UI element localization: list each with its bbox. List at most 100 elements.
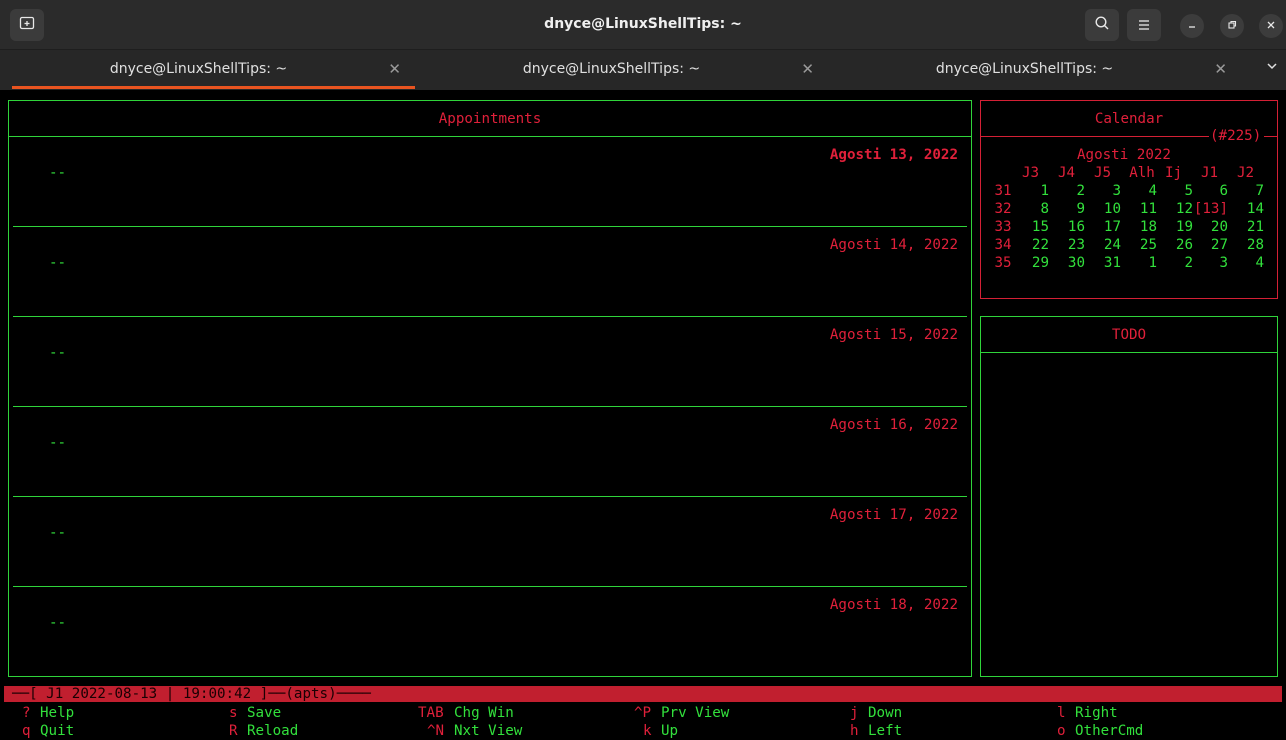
appointments-panel[interactable] <box>8 100 972 677</box>
key-action: OtherCmd <box>1075 723 1144 739</box>
day-separator <box>13 316 967 317</box>
todo-panel[interactable] <box>980 316 1278 677</box>
appointment-entry: -- <box>49 165 67 181</box>
appointment-date: Agosti 18, 2022 <box>829 597 958 613</box>
appointments-divider <box>9 136 971 137</box>
calendar-day[interactable]: 10 <box>1085 200 1121 218</box>
calendar-day[interactable]: 20 <box>1192 218 1228 236</box>
calendar-day[interactable]: 5 <box>1157 182 1193 200</box>
calendar-day[interactable]: 15 <box>1013 218 1049 236</box>
key-label: TAB <box>418 705 444 721</box>
calendar-day[interactable]: 30 <box>1049 254 1085 272</box>
close-icon[interactable]: ✕ <box>388 60 401 78</box>
calendar-divider <box>981 136 1209 137</box>
tab-2[interactable]: dnyce@LinuxShellTips: ~ ✕ <box>425 50 828 90</box>
close-icon[interactable]: ✕ <box>801 60 814 78</box>
appointment-entry: -- <box>49 435 67 451</box>
status-bar: ──[ J1 2022-08-13 | 19:00:42 ]──(apts)──… <box>4 686 1282 702</box>
appointment-entry: -- <box>49 615 67 631</box>
restore-icon <box>1227 19 1237 33</box>
calendar-day[interactable]: 28 <box>1228 236 1264 254</box>
tab-bar: dnyce@LinuxShellTips: ~ ✕ dnyce@LinuxShe… <box>0 50 1286 90</box>
weekday-label: Ij <box>1164 165 1183 181</box>
key-label: k <box>643 723 652 739</box>
calendar-day[interactable]: 16 <box>1049 218 1085 236</box>
calendar-divider <box>1264 136 1277 137</box>
calendar-day[interactable]: 8 <box>1013 200 1049 218</box>
todo-title: TODO <box>1111 327 1147 343</box>
key-label: l <box>1057 705 1066 721</box>
window-titlebar: dnyce@LinuxShellTips: ~ <box>0 0 1286 50</box>
calendar-day[interactable]: 17 <box>1085 218 1121 236</box>
search-button[interactable] <box>1085 9 1119 41</box>
tab-label: dnyce@LinuxShellTips: ~ <box>522 61 701 77</box>
calendar-day[interactable]: 12 <box>1157 200 1193 218</box>
calendar-month: Agosti 2022 <box>1077 147 1171 163</box>
restore-button[interactable] <box>1220 14 1244 38</box>
day-separator <box>13 226 967 227</box>
calendar-day[interactable]: 3 <box>1192 254 1228 272</box>
calendar-day[interactable]: 29 <box>1013 254 1049 272</box>
weekday-label: Alh <box>1129 165 1155 181</box>
key-action: Right <box>1075 705 1118 721</box>
appointment-date: Agosti 13, 2022 <box>829 147 958 163</box>
weekday-label: J3 <box>1021 165 1040 181</box>
close-icon <box>1266 19 1276 33</box>
calendar-counter: (#225) <box>1210 128 1262 144</box>
todo-divider <box>981 352 1277 353</box>
calendar-day[interactable]: 24 <box>1085 236 1121 254</box>
calendar-day[interactable]: 4 <box>1121 182 1157 200</box>
menu-button[interactable] <box>1127 9 1161 41</box>
calendar-day[interactable]: 21 <box>1228 218 1264 236</box>
key-label: ? <box>22 705 31 721</box>
calendar-day[interactable]: 31 <box>1085 254 1121 272</box>
calendar-day[interactable]: 3 <box>1085 182 1121 200</box>
chevron-down-icon[interactable] <box>1266 60 1278 76</box>
calendar-day[interactable]: 11 <box>1121 200 1157 218</box>
key-label: q <box>22 723 31 739</box>
key-label: s <box>229 705 238 721</box>
close-window-button[interactable] <box>1259 14 1283 38</box>
tab-label: dnyce@LinuxShellTips: ~ <box>935 61 1114 77</box>
appointment-date: Agosti 16, 2022 <box>829 417 958 433</box>
appointments-title: Appointments <box>438 111 542 127</box>
status-text: ──[ J1 2022-08-13 | 19:00:42 ]──(apts)──… <box>12 686 371 702</box>
tab-3[interactable]: dnyce@LinuxShellTips: ~ ✕ <box>838 50 1241 90</box>
calendar-day[interactable]: 7 <box>1228 182 1264 200</box>
calendar-day[interactable]: 27 <box>1192 236 1228 254</box>
minimize-button[interactable] <box>1180 14 1204 38</box>
calendar-day-selected[interactable]: [13] <box>1192 200 1228 218</box>
calendar-title: Calendar <box>1094 111 1164 127</box>
key-label: ^N <box>427 723 445 739</box>
calendar-day[interactable]: 2 <box>1157 254 1193 272</box>
weekday-label: J4 <box>1057 165 1076 181</box>
day-separator <box>13 586 967 587</box>
calendar-day[interactable]: 23 <box>1049 236 1085 254</box>
calendar-day[interactable]: 14 <box>1228 200 1264 218</box>
appointment-date: Agosti 14, 2022 <box>829 237 958 253</box>
calendar-day[interactable]: 26 <box>1157 236 1193 254</box>
calendar-day[interactable]: 6 <box>1192 182 1228 200</box>
close-icon[interactable]: ✕ <box>1214 60 1227 78</box>
calendar-day[interactable]: 9 <box>1049 200 1085 218</box>
calendar-day[interactable]: 1 <box>1121 254 1157 272</box>
day-separator <box>13 496 967 497</box>
key-action: Nxt View <box>454 723 523 739</box>
tab-1[interactable]: dnyce@LinuxShellTips: ~ ✕ <box>12 50 415 90</box>
calendar-day[interactable]: 1 <box>1013 182 1049 200</box>
appointment-date: Agosti 15, 2022 <box>829 327 958 343</box>
calendar-day[interactable]: 25 <box>1121 236 1157 254</box>
key-label: o <box>1057 723 1066 739</box>
status-mode: (apts) <box>285 686 337 702</box>
calendar-day[interactable]: 4 <box>1228 254 1264 272</box>
appointment-date: Agosti 17, 2022 <box>829 507 958 523</box>
key-action: Chg Win <box>454 705 514 721</box>
key-action: Help <box>40 705 75 721</box>
calendar-day[interactable]: 2 <box>1049 182 1085 200</box>
calendar-day[interactable]: 22 <box>1013 236 1049 254</box>
terminal[interactable]: Appointments Agosti 13, 2022 -- Agosti 1… <box>0 90 1286 740</box>
key-label: R <box>229 723 238 739</box>
calendar-day[interactable]: 19 <box>1157 218 1193 236</box>
calendar-day[interactable]: 18 <box>1121 218 1157 236</box>
key-action: Save <box>247 705 282 721</box>
